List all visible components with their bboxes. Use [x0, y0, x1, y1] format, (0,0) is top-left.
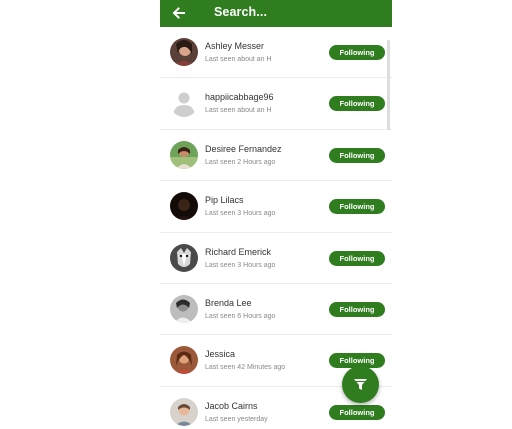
- last-seen: Last seen about an H: [205, 107, 272, 115]
- search-field[interactable]: Search...: [214, 5, 267, 19]
- back-button[interactable]: [169, 3, 189, 23]
- user-name: Jacob Cairns: [205, 400, 258, 411]
- top-app-bar: Search...: [160, 0, 392, 27]
- app-screen: Search... Ashley Messer Last seen about …: [160, 0, 392, 429]
- scrollbar[interactable]: [387, 40, 390, 130]
- user-name: Desiree Fernandez: [205, 143, 282, 154]
- avatar[interactable]: [170, 89, 198, 118]
- following-button[interactable]: Following: [329, 96, 385, 112]
- list-item[interactable]: Ashley Messer Last seen about an H Follo…: [160, 27, 392, 79]
- last-seen: Last seen 6 Hours ago: [205, 312, 276, 320]
- list-item[interactable]: Pip Lilacs Last seen 3 Hours ago Followi…: [160, 181, 392, 233]
- following-button[interactable]: Following: [329, 404, 385, 420]
- avatar[interactable]: [170, 346, 198, 375]
- last-seen: Last seen about an H: [205, 56, 272, 63]
- following-button[interactable]: Following: [329, 301, 385, 317]
- avatar[interactable]: [170, 38, 198, 66]
- avatar[interactable]: [170, 397, 198, 426]
- user-name: Brenda Lee: [205, 297, 252, 308]
- following-button[interactable]: Following: [329, 147, 385, 163]
- default-person-icon: [170, 89, 198, 118]
- user-name: Ashley Messer: [205, 41, 265, 51]
- avatar[interactable]: [170, 243, 198, 272]
- user-name: Richard Emerick: [205, 246, 272, 257]
- avatar[interactable]: [170, 192, 198, 221]
- avatar[interactable]: [170, 294, 198, 323]
- list-item[interactable]: Richard Emerick Last seen 3 Hours ago Fo…: [160, 233, 392, 284]
- list-item[interactable]: Brenda Lee Last seen 6 Hours ago Followi…: [160, 284, 392, 336]
- last-seen: Last seen yesterday: [205, 415, 268, 423]
- list-item[interactable]: Desiree Fernandez Last seen 2 Hours ago …: [160, 130, 392, 182]
- following-button[interactable]: Following: [329, 45, 385, 60]
- last-seen: Last seen 3 Hours ago: [205, 261, 276, 269]
- following-button[interactable]: Following: [329, 250, 385, 266]
- filter-button[interactable]: [342, 366, 379, 403]
- user-name: happiicabbage96: [205, 92, 274, 103]
- following-button[interactable]: Following: [329, 199, 385, 215]
- filter-icon: [354, 379, 367, 390]
- arrow-left-icon: [172, 7, 185, 19]
- last-seen: Last seen 3 Hours ago: [205, 210, 276, 218]
- last-seen: Last seen 2 Hours ago: [205, 158, 276, 166]
- last-seen: Last seen 42 Minutes ago: [205, 364, 286, 372]
- list-item[interactable]: happiicabbage96 Last seen about an H Fol…: [160, 78, 392, 130]
- user-name: Jessica: [205, 349, 236, 360]
- avatar[interactable]: [170, 140, 198, 169]
- user-name: Pip Lilacs: [205, 195, 244, 206]
